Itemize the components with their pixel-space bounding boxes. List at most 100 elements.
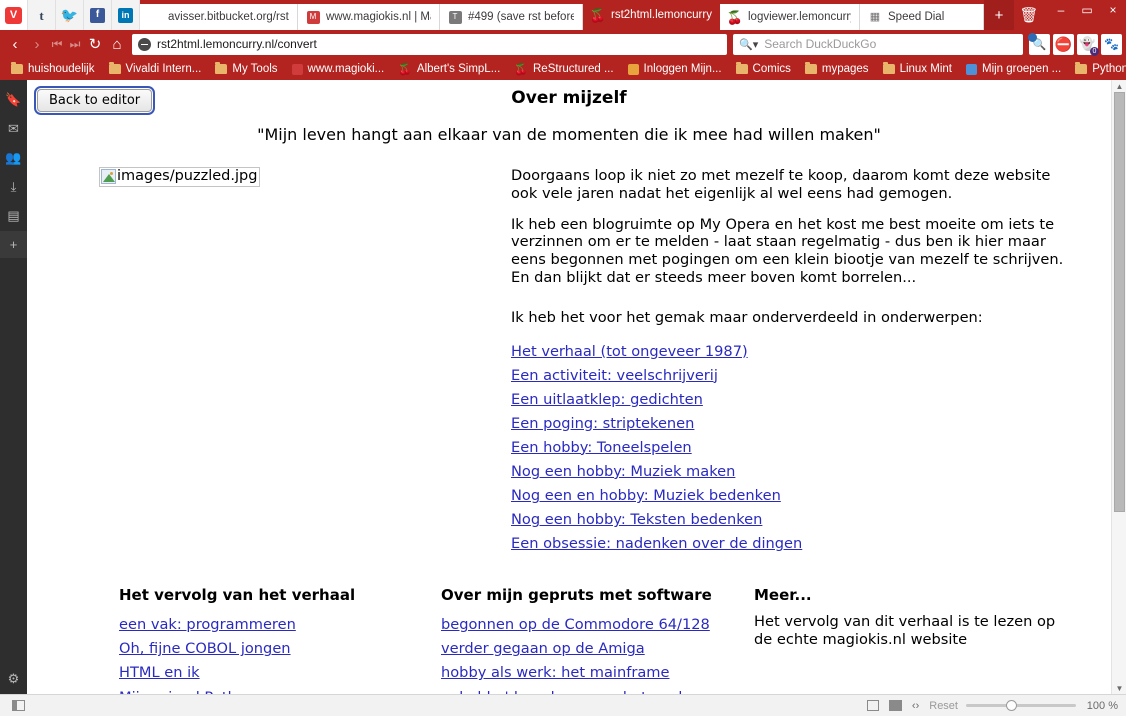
contacts-panel-icon[interactable]: 👥 <box>0 144 27 171</box>
column-link-python[interactable]: Mijn vriend Python <box>119 686 425 694</box>
magiokis-icon: M <box>306 10 320 24</box>
topic-link-toneelspelen[interactable]: Een hobby: Toneelspelen <box>511 436 1075 460</box>
quicklink-linkedin[interactable]: in <box>112 0 140 30</box>
bookmarks-panel-icon[interactable]: 🔖 <box>0 86 27 113</box>
cherry-icon: 🍒 <box>398 63 412 76</box>
bookmark-comics[interactable]: Comics <box>729 59 798 79</box>
quicklink-facebook[interactable]: f <box>84 0 112 30</box>
zoom-reset-button[interactable]: Reset <box>929 700 958 712</box>
bookmark-mijn-groepen[interactable]: Mijn groepen ... <box>959 59 1068 79</box>
column-link-cobol[interactable]: Oh, fijne COBOL jongen <box>119 637 425 661</box>
topic-link-gedichten[interactable]: Een uitlaatklep: gedichten <box>511 388 1075 412</box>
vivaldi-menu-button[interactable]: V <box>0 0 28 30</box>
quicklink-twitter[interactable]: 🐦 <box>56 0 84 30</box>
adblock-extension-icon[interactable]: ⛔ <box>1053 33 1074 55</box>
tumblr-icon: t <box>34 7 49 23</box>
topic-link-het-verhaal[interactable]: Het verhaal (tot ongeveer 1987) <box>511 340 1075 364</box>
folder-icon <box>1075 62 1088 74</box>
bookmark-magiokis[interactable]: www.magioki... <box>285 59 392 79</box>
tiling-button[interactable] <box>866 700 879 711</box>
bookmark-label: Mijn groepen ... <box>981 63 1062 75</box>
column-link-amiga[interactable]: verder gegaan op de Amiga <box>441 637 738 661</box>
panel-toggle-icon[interactable] <box>12 700 25 711</box>
home-button[interactable]: ⌂ <box>106 32 128 56</box>
intro-image-column: images/puzzled.jpg <box>91 167 501 556</box>
tab-trac-ticket[interactable]: T #499 (save rst before previ <box>440 4 583 30</box>
page-security-icon <box>138 37 151 51</box>
column-link-mainframe[interactable]: hobby als werk: het mainframe <box>441 661 738 685</box>
settings-gear-icon[interactable]: ⚙ <box>0 665 27 692</box>
bookmark-restructured[interactable]: 🍒 ReStructured ... <box>507 59 620 79</box>
reload-button[interactable]: ↻ <box>84 32 106 56</box>
quicklink-tumblr[interactable]: t <box>28 0 56 30</box>
downloads-panel-icon[interactable]: ⤓ <box>0 173 27 200</box>
bookmark-label: ReStructured ... <box>533 63 614 75</box>
scroll-up-arrow[interactable]: ▲ <box>1112 80 1126 92</box>
image-search-extension-icon[interactable]: 🔍 <box>1028 32 1050 55</box>
bookmark-label: www.magioki... <box>307 63 385 75</box>
folder-icon <box>735 62 748 74</box>
bookmark-alberts-simple[interactable]: 🍒 Albert's SimpL... <box>391 59 507 79</box>
bookmark-linux-mint[interactable]: Linux Mint <box>876 59 959 79</box>
page-scrollbar[interactable]: ▲ ▼ <box>1111 80 1126 694</box>
add-panel-icon[interactable]: + <box>0 231 27 258</box>
minimize-button[interactable]: – <box>1048 0 1074 20</box>
zoom-slider-knob[interactable] <box>1006 700 1017 711</box>
topic-link-veelschrijverij[interactable]: Een activiteit: veelschrijverij <box>511 364 1075 388</box>
topic-link-teksten-bedenken[interactable]: Nog een hobby: Teksten bedenken <box>511 508 1075 532</box>
bookmark-python[interactable]: Python <box>1068 59 1126 79</box>
privacy-badger-extension-icon[interactable]: 🐾 <box>1101 33 1122 55</box>
status-bar: ‹› Reset 100 % <box>0 694 1126 716</box>
topic-link-muziek-bedenken[interactable]: Nog een en hobby: Muziek bedenken <box>511 484 1075 508</box>
image-alt-text: images/puzzled.jpg <box>117 168 258 184</box>
cherry-icon: 🍒 <box>589 7 607 23</box>
tab-bar-controls: + 🗑 – ▭ × <box>984 0 1126 30</box>
topic-link-striptekenen[interactable]: Een poging: striptekenen <box>511 412 1075 436</box>
bookmark-huishoudelijk[interactable]: huishoudelijk <box>4 59 102 79</box>
trash-icon[interactable]: 🗑 <box>1014 0 1044 30</box>
scrollbar-thumb[interactable] <box>1114 92 1125 512</box>
trac-icon: T <box>448 10 462 24</box>
tab-speed-dial[interactable]: ▦ Speed Dial <box>860 4 984 30</box>
rewind-button[interactable]: ⏮ <box>48 32 66 56</box>
side-panel: 🔖 ✉ 👥 ⤓ ▤ + ⚙ <box>0 80 27 694</box>
column-link-programmeren[interactable]: een vak: programmeren <box>119 613 425 637</box>
bookmark-inloggen-mijn[interactable]: Inloggen Mijn... <box>621 59 729 79</box>
quick-links: V t 🐦 f in <box>0 0 140 30</box>
url-bar[interactable]: rst2html.lemoncurry.nl/convert <box>132 33 727 55</box>
new-tab-button[interactable]: + <box>984 0 1014 30</box>
images-icon <box>888 700 902 711</box>
url-text: rst2html.lemoncurry.nl/convert <box>157 37 317 51</box>
images-toggle-button[interactable] <box>888 700 902 711</box>
tab-bitbucket[interactable]: avisser.bitbucket.org/rst2h <box>140 4 298 30</box>
column-link-pc[interactable]: gehobby'd op de pc - op het werk <box>441 686 738 694</box>
column-link-commodore[interactable]: begonnen op de Commodore 64/128 <box>441 613 738 637</box>
back-to-editor-button[interactable]: Back to editor <box>33 86 156 115</box>
close-button[interactable]: × <box>1100 0 1126 20</box>
bottom-columns: Het vervolg van het verhaal een vak: pro… <box>27 586 1111 694</box>
back-button[interactable]: ‹ <box>4 32 26 56</box>
column-link-html[interactable]: HTML en ik <box>119 661 425 685</box>
maximize-button[interactable]: ▭ <box>1074 0 1100 20</box>
bookmark-my-tools[interactable]: My Tools <box>208 59 284 79</box>
tab-magiokis[interactable]: M www.magiokis.nl | Magiokis <box>298 4 440 30</box>
topic-link-muziek-maken[interactable]: Nog een hobby: Muziek maken <box>511 460 1075 484</box>
zoom-slider[interactable] <box>966 700 1076 711</box>
bookmark-vivaldi-internal[interactable]: Vivaldi Intern... <box>102 59 209 79</box>
tab-logviewer[interactable]: 🍒 logviewer.lemoncurry.nl/?l <box>720 4 860 30</box>
topic-link-nadenken[interactable]: Een obsessie: nadenken over de dingen <box>511 532 1075 556</box>
magiokis-icon <box>291 63 303 75</box>
bookmark-mypages[interactable]: mypages <box>798 59 876 79</box>
bookmark-label: My Tools <box>232 63 278 75</box>
mail-panel-icon[interactable]: ✉ <box>0 115 27 142</box>
scroll-down-arrow[interactable]: ▼ <box>1112 682 1126 694</box>
forward-button[interactable]: › <box>26 32 48 56</box>
ghostery-extension-icon[interactable]: 👻 0 <box>1077 33 1099 56</box>
notes-panel-icon[interactable]: ▤ <box>0 202 27 229</box>
fast-forward-button[interactable]: ⏭ <box>66 32 84 56</box>
tab-rst2html[interactable]: 🍒 rst2html.lemoncurry.nl/con <box>583 0 720 30</box>
page-actions-button[interactable]: ‹› <box>912 700 919 712</box>
broken-image-icon <box>101 169 116 185</box>
column-vervolg-verhaal: Het vervolg van het verhaal een vak: pro… <box>119 586 441 694</box>
search-field[interactable]: 🔍▾ Search DuckDuckGo <box>733 33 1023 55</box>
